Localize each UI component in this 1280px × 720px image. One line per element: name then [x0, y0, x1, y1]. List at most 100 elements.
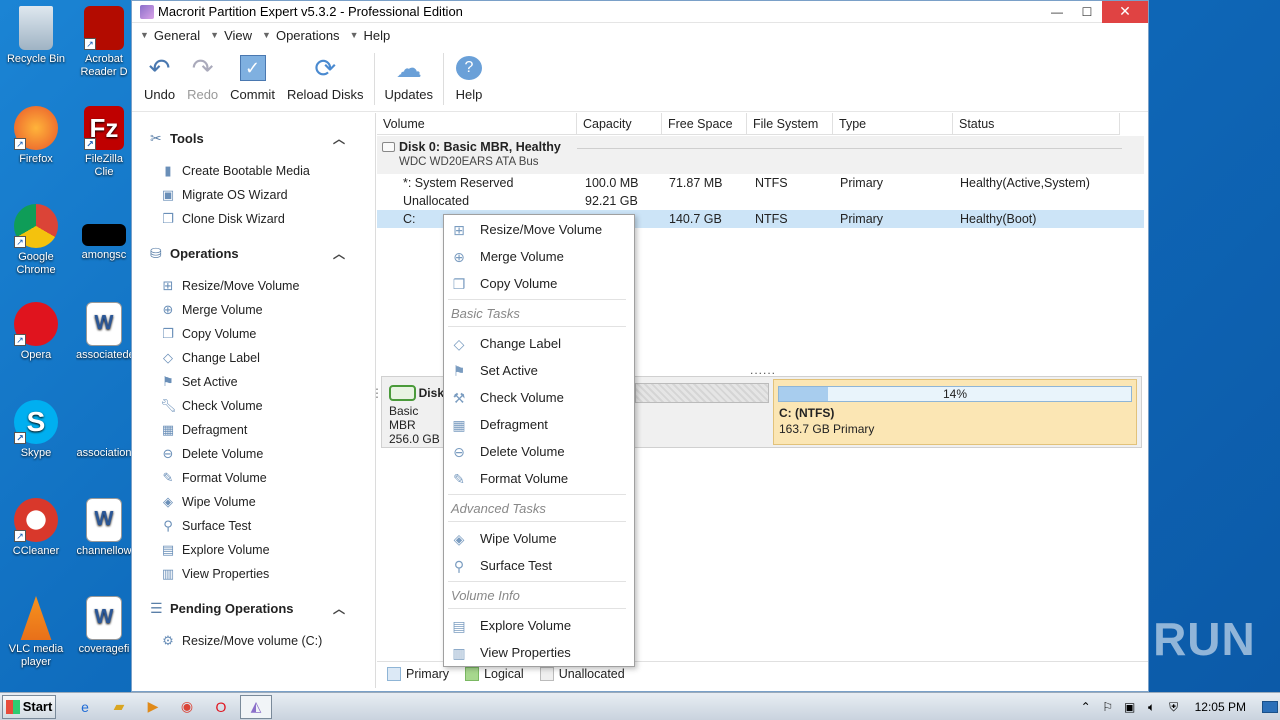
check-volume-item[interactable]: 🔧︎ Check Volume — [132, 394, 375, 418]
updates-label: Updates — [384, 87, 433, 102]
tools-section-header[interactable]: ✂ Tools ︿ — [132, 126, 375, 150]
merge-volume-item[interactable]: ⊕ Merge Volume — [132, 298, 375, 322]
undo-button[interactable]: ↶ Undo — [138, 53, 181, 103]
taskbar-media-player-icon[interactable]: ▶ — [138, 695, 168, 719]
desktop-icon-skype[interactable]: S ↗ Skype — [0, 400, 72, 460]
taskbar-chrome-icon[interactable]: ◉ — [172, 695, 202, 719]
redo-button[interactable]: ↷ Redo — [181, 53, 224, 103]
word-doc-icon: W — [86, 596, 122, 640]
format-volume-item[interactable]: ✎ Format Volume — [132, 466, 375, 490]
desktop-icon-recycle-bin[interactable]: Recycle Bin — [0, 6, 72, 66]
shield-icon[interactable]: ⛨ — [1165, 700, 1183, 715]
taskbar-explorer-icon[interactable]: ▰ — [104, 695, 134, 719]
desktop-icon-association[interactable]: association — [76, 400, 132, 460]
close-button[interactable]: ✕ — [1102, 0, 1148, 23]
desktop-icon-amongsc[interactable]: amongsc — [76, 204, 132, 262]
ctx-copy-volume[interactable]: ❐ Copy Volume — [444, 270, 634, 297]
ctx-check-volume[interactable]: ⚒ Check Volume — [444, 384, 634, 411]
disk-card[interactable]: Disk Basic MBR 256.0 GB — [384, 379, 444, 446]
desktop-icon-opera[interactable]: ↗ Opera — [0, 302, 72, 362]
title-bar[interactable]: Macrorit Partition Expert v5.3.2 - Profe… — [132, 0, 1148, 23]
clone-disk-wizard-item[interactable]: ❐ Clone Disk Wizard — [132, 207, 375, 231]
explore-volume-item[interactable]: ▤ Explore Volume — [132, 538, 375, 562]
ctx-resize-move-volume[interactable]: ⊞ Resize/Move Volume — [444, 216, 634, 243]
table-row[interactable]: *: System Reserved 100.0 MB 71.87 MB NTF… — [377, 174, 1144, 192]
taskbar-opera-icon[interactable]: O — [206, 695, 236, 719]
chevron-up-icon[interactable]: ︿ — [333, 130, 345, 147]
taskbar-partition-expert-icon[interactable]: ◭ — [240, 694, 272, 719]
pending-operation-item[interactable]: ⚙ Resize/Move volume (C:) — [132, 629, 375, 653]
copy-volume-item[interactable]: ❐ Copy Volume — [132, 322, 375, 346]
properties-icon: ▥ — [452, 644, 466, 661]
resize-move-volume-item[interactable]: ⊞ Resize/Move Volume — [132, 274, 375, 298]
network-icon[interactable]: ▣ — [1121, 700, 1139, 714]
operations-section-header[interactable]: ⛁ Operations ︿ — [132, 241, 375, 265]
change-label-item[interactable]: ◇ Change Label — [132, 346, 375, 370]
item-label: Delete Volume — [182, 447, 264, 461]
desktop-icon-ccleaner[interactable]: ↗ CCleaner — [0, 498, 72, 558]
minimize-button[interactable]: — — [1042, 1, 1072, 23]
commit-button[interactable]: ✓ Commit — [224, 53, 281, 102]
chevron-up-icon[interactable]: ︿ — [333, 245, 345, 262]
cell-type: Primary — [840, 212, 884, 226]
partition-c-card[interactable]: 14% C: (NTFS) 163.7 GB Primary — [773, 379, 1137, 445]
help-button[interactable]: ? Help — [448, 53, 490, 102]
unallocated-partition-bar[interactable] — [635, 383, 769, 403]
ctx-view-properties[interactable]: ▥ View Properties — [444, 639, 634, 666]
column-type[interactable]: Type — [833, 113, 953, 135]
volume-icon[interactable]: 🔈︎ — [1143, 700, 1161, 715]
flag-icon: ⚑ — [162, 374, 174, 389]
reload-disks-button[interactable]: ⟳ Reload Disks — [281, 53, 370, 103]
menu-general[interactable]: ▼ General — [140, 28, 200, 43]
migrate-os-wizard-item[interactable]: ▣ Migrate OS Wizard — [132, 183, 375, 207]
start-button[interactable]: Start — [2, 694, 56, 719]
ctx-format-volume[interactable]: ✎ Format Volume — [444, 465, 634, 492]
create-bootable-media-item[interactable]: ▮ Create Bootable Media — [132, 159, 375, 183]
desktop-icon-acrobat[interactable]: ↗ Acrobat Reader D — [76, 6, 132, 79]
ctx-explore-volume[interactable]: ▤ Explore Volume — [444, 612, 634, 639]
ctx-set-active[interactable]: ⚑ Set Active — [444, 357, 634, 384]
table-row[interactable]: Unallocated 92.21 GB — [377, 192, 1144, 210]
item-label: Merge Volume — [182, 303, 263, 317]
surface-test-item[interactable]: ⚲ Surface Test — [132, 514, 375, 538]
desktop-icon-vlc[interactable]: VLC media player — [0, 596, 72, 669]
column-status[interactable]: Status — [953, 113, 1120, 135]
show-desktop-icon[interactable] — [1262, 701, 1278, 713]
set-active-item[interactable]: ⚑ Set Active — [132, 370, 375, 394]
delete-volume-item[interactable]: ⊖ Delete Volume — [132, 442, 375, 466]
disk-row[interactable]: Disk 0: Basic MBR, Healthy WDC WD20EARS … — [377, 136, 1144, 174]
ctx-change-label[interactable]: ◇ Change Label — [444, 330, 634, 357]
chevron-up-icon[interactable]: ︿ — [333, 600, 345, 617]
desktop-icon-firefox[interactable]: ↗ Firefox — [0, 106, 72, 166]
column-volume[interactable]: Volume — [377, 113, 577, 135]
desktop-icon-channellow[interactable]: W channellow — [76, 498, 132, 558]
pane-splitter[interactable]: ...... — [750, 363, 776, 377]
desktop-icon-chrome[interactable]: ↗ Google Chrome — [0, 204, 72, 277]
taskbar-ie-icon[interactable]: e — [70, 695, 100, 719]
column-free-space[interactable]: Free Space — [662, 113, 747, 135]
app-icon — [140, 4, 154, 19]
tray-expand-icon[interactable]: ⌃ — [1077, 700, 1095, 714]
view-properties-item[interactable]: ▥ View Properties — [132, 562, 375, 586]
menu-operations[interactable]: ▼ Operations — [262, 28, 340, 43]
desktop-icon-filezilla[interactable]: Fz ↗ FileZilla Clie — [76, 106, 132, 179]
defragment-item[interactable]: ▦ Defragment — [132, 418, 375, 442]
clock[interactable]: 12:05 PM — [1195, 700, 1246, 714]
pending-operations-section-header[interactable]: ☰ Pending Operations ︿ — [132, 596, 375, 620]
flag-icon[interactable]: ⚐ — [1099, 700, 1117, 714]
column-file-system[interactable]: File System — [747, 113, 833, 135]
menu-view[interactable]: ▼ View — [210, 28, 252, 43]
partition-description: 163.7 GB Primary — [779, 422, 875, 436]
updates-button[interactable]: ☁ Updates — [379, 53, 439, 103]
desktop-icon-coveragefi[interactable]: W coveragefi — [76, 596, 132, 656]
ctx-defragment[interactable]: ▦ Defragment — [444, 411, 634, 438]
menu-help[interactable]: ▼ Help — [350, 28, 391, 43]
desktop-icon-associatede[interactable]: W associatede — [76, 302, 132, 362]
ctx-delete-volume[interactable]: ⊖ Delete Volume — [444, 438, 634, 465]
maximize-button[interactable]: ☐ — [1072, 1, 1102, 23]
ctx-merge-volume[interactable]: ⊕ Merge Volume — [444, 243, 634, 270]
ctx-surface-test[interactable]: ⚲ Surface Test — [444, 552, 634, 579]
ctx-wipe-volume[interactable]: ◈ Wipe Volume — [444, 525, 634, 552]
column-capacity[interactable]: Capacity — [577, 113, 662, 135]
wipe-volume-item[interactable]: ◈ Wipe Volume — [132, 490, 375, 514]
